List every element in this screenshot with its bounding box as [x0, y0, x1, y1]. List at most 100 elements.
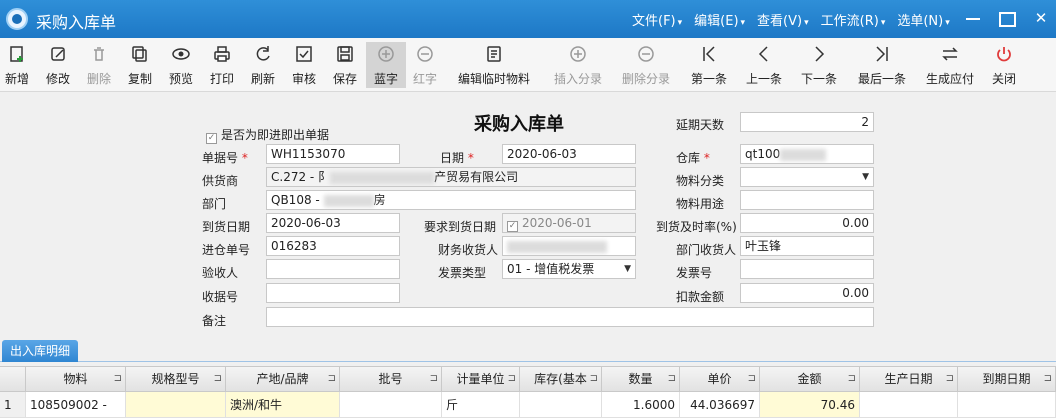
minimize-button[interactable]: [962, 8, 984, 28]
cell-origin[interactable]: 澳洲/和牛: [226, 392, 340, 418]
arrival-timeliness-field[interactable]: 0.00: [740, 213, 874, 233]
column-header-4[interactable]: 计量单位 ⊐: [442, 367, 520, 391]
column-header-7[interactable]: 单价 ⊐: [680, 367, 760, 391]
material-category-select[interactable]: ▼: [740, 167, 874, 187]
required-arrival-date-value: 2020-06-01: [522, 216, 592, 230]
tab-details[interactable]: 出入库明细: [2, 340, 79, 362]
column-header-5[interactable]: 库存(基本 ⊐: [520, 367, 602, 391]
pin-icon[interactable]: ⊐: [946, 367, 954, 391]
menu-edit[interactable]: 编辑(E): [688, 10, 751, 29]
close-window-button[interactable]: ✕: [1030, 8, 1052, 28]
cell-material[interactable]: 108509002 -: [26, 392, 126, 418]
inspector-label: 验收人: [202, 266, 239, 280]
doc-no-field[interactable]: WH1153070: [266, 144, 400, 164]
dept-receiver-field[interactable]: 叶玉锋: [740, 236, 874, 256]
invoice-no-field[interactable]: [740, 259, 874, 279]
toolbar-button-4[interactable]: 预览: [164, 42, 198, 88]
menu-file[interactable]: 文件(F): [626, 10, 688, 29]
column-header-8[interactable]: 金额 ⊐: [760, 367, 860, 391]
toolbar-button-19[interactable]: 关闭: [984, 42, 1024, 88]
deduction-field[interactable]: 0.00: [740, 283, 874, 303]
table-row[interactable]: 1 108509002 - 澳洲/和牛 斤 1.6000 44.036697 70.46: [0, 392, 1056, 419]
toolbar-button-9[interactable]: 蓝字: [366, 42, 406, 88]
toolbar-button-14[interactable]: 第一条: [685, 42, 733, 88]
toolbar-button-11[interactable]: 编辑临时物料: [452, 42, 536, 88]
column-header-10[interactable]: 到期日期 ⊐: [958, 367, 1056, 391]
maximize-button[interactable]: [996, 8, 1018, 28]
department-field[interactable]: QB108 - 房: [266, 190, 636, 210]
column-header-9[interactable]: 生产日期 ⊐: [860, 367, 958, 391]
cell-amount[interactable]: 70.46: [760, 392, 860, 418]
pin-icon[interactable]: ⊐: [214, 367, 222, 391]
toolbar-button-18[interactable]: 生成应付: [918, 42, 982, 88]
receipt-no-field[interactable]: [266, 283, 400, 303]
toolbar-button-16[interactable]: 下一条: [795, 42, 843, 88]
material-use-field[interactable]: [740, 190, 874, 210]
cell-batch[interactable]: [340, 392, 442, 418]
pin-icon[interactable]: ⊐: [328, 367, 336, 391]
column-header-label: 单价: [707, 372, 732, 386]
invoice-type-select[interactable]: 01 - 增值税发票 ▼: [502, 259, 636, 279]
toolbar-button-2[interactable]: 删除: [82, 42, 116, 88]
toolbar-button-12[interactable]: 插入分录: [546, 42, 610, 88]
pin-icon[interactable]: ⊐: [1044, 367, 1052, 391]
finance-receiver-field[interactable]: [502, 236, 636, 256]
column-header-2[interactable]: 产地/品牌 ⊐: [226, 367, 340, 391]
cell-mfg_date[interactable]: [860, 392, 958, 418]
power-icon: [984, 42, 1024, 66]
entry-no-field[interactable]: 016283: [266, 236, 400, 256]
cell-unit[interactable]: 斤: [442, 392, 520, 418]
pin-icon[interactable]: ⊐: [430, 367, 438, 391]
pin-icon[interactable]: ⊐: [848, 367, 856, 391]
column-header-6[interactable]: 数量 ⊐: [602, 367, 680, 391]
column-header-label: 到期日期: [982, 372, 1031, 386]
cell-qty[interactable]: 1.6000: [602, 392, 680, 418]
toolbar-button-3[interactable]: 复制: [123, 42, 157, 88]
cell-spec[interactable]: [126, 392, 226, 418]
immediate-checkbox-row[interactable]: ✓ 是否为即进即出单据: [206, 126, 329, 144]
required-arrival-date-field[interactable]: ✓ 2020-06-01: [502, 213, 636, 233]
toolbar-button-10[interactable]: 红字: [408, 42, 442, 88]
pin-icon[interactable]: ⊐: [114, 367, 122, 391]
delay-days-field[interactable]: 2: [740, 112, 874, 132]
column-header-1[interactable]: 规格型号 ⊐: [126, 367, 226, 391]
immediate-checkbox[interactable]: ✓: [206, 133, 217, 144]
pin-icon[interactable]: ⊐: [590, 367, 598, 391]
deduction-label: 扣款金额: [676, 290, 725, 304]
menu-view[interactable]: 查看(V): [751, 10, 815, 29]
trash-icon: [82, 42, 116, 66]
pin-icon[interactable]: ⊐: [668, 367, 676, 391]
cell-exp_date[interactable]: [958, 392, 1056, 418]
menu-workflow[interactable]: 工作流(R): [815, 10, 892, 29]
required-arrival-checkbox[interactable]: ✓: [507, 221, 518, 232]
toolbar-button-0[interactable]: 新增: [0, 42, 34, 88]
arrival-date-field[interactable]: 2020-06-03: [266, 213, 400, 233]
dept-receiver-label: 部门收货人: [676, 243, 737, 257]
toolbar-button-13[interactable]: 删除分录: [614, 42, 678, 88]
supplier-field[interactable]: C.272 - 阝 产贸易有限公司: [266, 167, 636, 187]
form-title: 采购入库单: [474, 114, 564, 135]
pin-icon[interactable]: ⊐: [508, 367, 516, 391]
inspector-field[interactable]: [266, 259, 400, 279]
toolbar-button-1[interactable]: 修改: [41, 42, 75, 88]
cell-price[interactable]: 44.036697: [680, 392, 760, 418]
toolbar-button-17[interactable]: 最后一条: [851, 42, 913, 88]
column-header-label: 金额: [797, 372, 822, 386]
delay-days-label: 延期天数: [676, 118, 725, 132]
pin-icon[interactable]: ⊐: [748, 367, 756, 391]
cell-stock[interactable]: [520, 392, 602, 418]
toolbar-button-7[interactable]: 审核: [287, 42, 321, 88]
column-header-3[interactable]: 批号 ⊐: [340, 367, 442, 391]
toolbar-button-5[interactable]: 打印: [205, 42, 239, 88]
toolbar-button-15[interactable]: 上一条: [740, 42, 788, 88]
transfer-icon: [918, 42, 982, 66]
toolbar-button-8[interactable]: 保存: [328, 42, 362, 88]
column-header-0[interactable]: 物料 ⊐: [26, 367, 126, 391]
remark-field[interactable]: [266, 307, 874, 327]
warehouse-field[interactable]: qt100: [740, 144, 874, 164]
supplier-prefix: C.272 - 阝: [271, 170, 331, 184]
menu-select[interactable]: 选单(N): [891, 10, 955, 29]
toolbar-button-6[interactable]: 刷新: [246, 42, 280, 88]
date-field[interactable]: 2020-06-03: [502, 144, 636, 164]
next-icon: [795, 42, 843, 66]
